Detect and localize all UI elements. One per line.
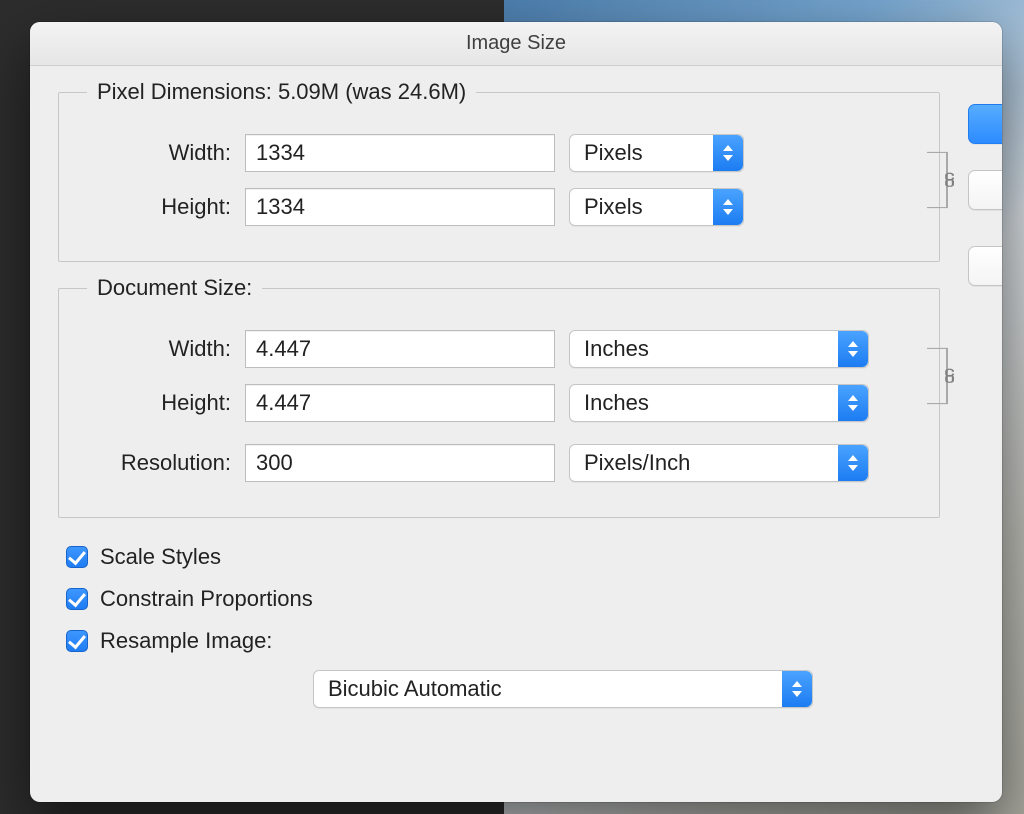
checkbox-checked-icon <box>66 546 88 568</box>
pixel-width-label: Width: <box>81 140 231 166</box>
doc-height-unit-select[interactable]: Inches <box>569 384 869 422</box>
resolution-input[interactable] <box>245 444 555 482</box>
doc-height-label: Height: <box>81 390 231 416</box>
pixel-width-unit-select[interactable]: Pixels <box>569 134 744 172</box>
doc-link-indicator <box>923 345 967 407</box>
scale-styles-label: Scale Styles <box>100 544 221 570</box>
ok-button[interactable]: OK <box>968 104 1002 144</box>
stepper-icon <box>713 135 743 171</box>
pixel-width-unit-value: Pixels <box>584 140 643 166</box>
resample-image-label: Resample Image: <box>100 628 272 654</box>
dialog-titlebar: Image Size <box>30 22 1002 66</box>
stepper-icon <box>838 385 868 421</box>
resample-image-checkbox[interactable]: Resample Image: <box>66 628 940 654</box>
stepper-icon <box>838 445 868 481</box>
pixel-height-input[interactable] <box>245 188 555 226</box>
resample-method-select[interactable]: Bicubic Automatic <box>313 670 813 708</box>
resolution-unit-value: Pixels/Inch <box>584 450 690 476</box>
doc-width-unit-select[interactable]: Inches <box>569 330 869 368</box>
doc-height-unit-value: Inches <box>584 390 649 416</box>
constrain-proportions-label: Constrain Proportions <box>100 586 313 612</box>
dialog-title: Image Size <box>466 32 566 55</box>
stepper-icon <box>782 671 812 707</box>
auto-button[interactable]: Auto... <box>968 246 1002 286</box>
document-size-legend: Document Size: <box>87 275 262 301</box>
doc-width-unit-value: Inches <box>584 336 649 362</box>
doc-width-input[interactable] <box>245 330 555 368</box>
pixel-dimensions-group: Pixel Dimensions: 5.09M (was 24.6M) Widt… <box>58 92 940 262</box>
scale-styles-checkbox[interactable]: Scale Styles <box>66 544 940 570</box>
checkbox-checked-icon <box>66 630 88 652</box>
pixel-link-indicator <box>923 149 967 211</box>
constrain-proportions-checkbox[interactable]: Constrain Proportions <box>66 586 940 612</box>
stepper-icon <box>838 331 868 367</box>
cancel-button[interactable]: Cancel <box>968 170 1002 210</box>
pixel-width-input[interactable] <box>245 134 555 172</box>
image-size-dialog: Image Size Pixel Dimensions: 5.09M (was … <box>30 22 1002 802</box>
pixel-height-unit-select[interactable]: Pixels <box>569 188 744 226</box>
pixel-height-label: Height: <box>81 194 231 220</box>
resolution-unit-select[interactable]: Pixels/Inch <box>569 444 869 482</box>
resample-method-value: Bicubic Automatic <box>328 676 502 702</box>
stepper-icon <box>713 189 743 225</box>
document-size-group: Document Size: Width: Inches Height: <box>58 288 940 518</box>
resolution-label: Resolution: <box>81 450 231 476</box>
pixel-dimensions-legend: Pixel Dimensions: 5.09M (was 24.6M) <box>87 79 476 105</box>
checkbox-checked-icon <box>66 588 88 610</box>
pixel-height-unit-value: Pixels <box>584 194 643 220</box>
doc-height-input[interactable] <box>245 384 555 422</box>
doc-width-label: Width: <box>81 336 231 362</box>
